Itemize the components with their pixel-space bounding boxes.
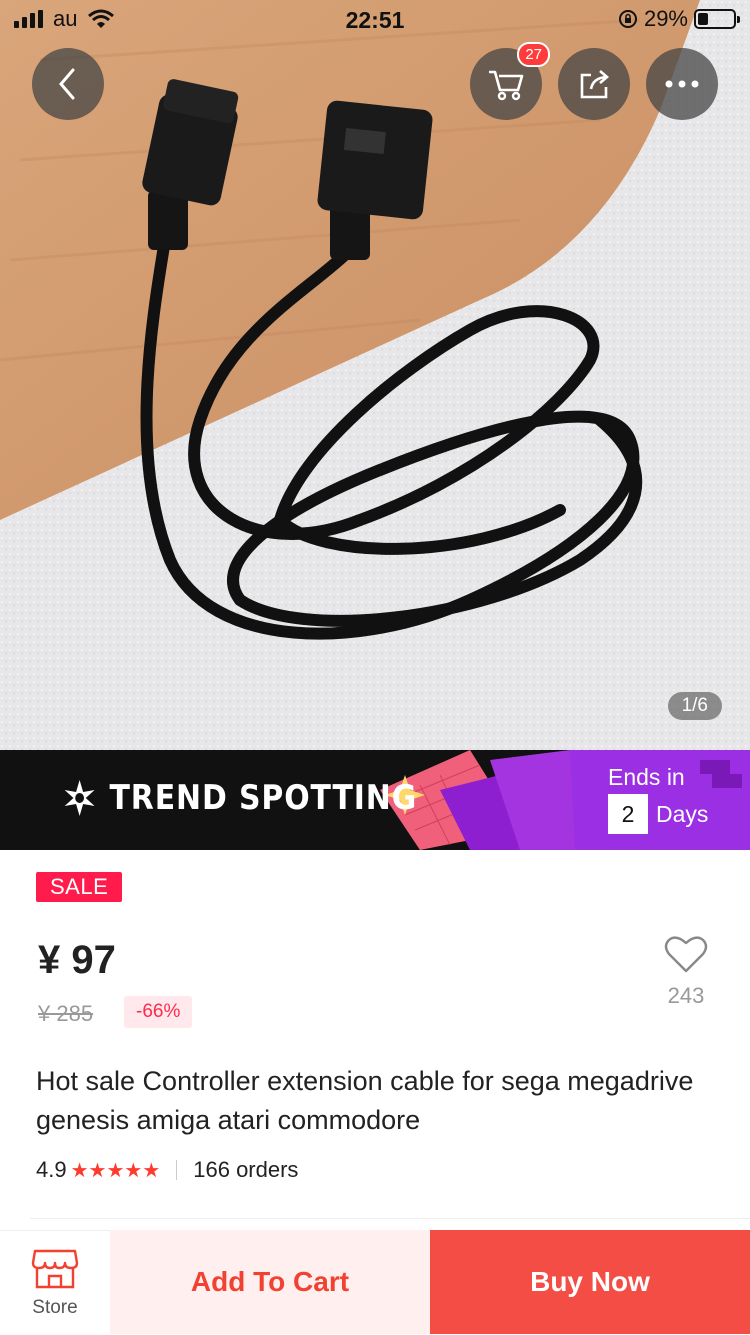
orders-count: 166 orders	[193, 1157, 299, 1182]
banner-ends-in: Ends in	[608, 764, 685, 790]
store-label: Store	[32, 1297, 78, 1318]
back-icon	[59, 68, 75, 100]
banner-title-text: TREND SPOTTING	[109, 778, 418, 818]
promo-banner[interactable]: TREND SPOTTING Ends in 2 Days	[0, 750, 750, 850]
countdown-days-label: Days	[656, 800, 709, 827]
orientation-lock-icon	[618, 10, 637, 28]
rating-row[interactable]: 4.9 ★★★★★ 166 orders	[36, 1157, 298, 1183]
star-rating-icons: ★★★★★	[70, 1159, 161, 1182]
more-button[interactable]	[646, 48, 718, 120]
rating-separator	[176, 1160, 178, 1180]
wishlist-count: 243	[667, 983, 705, 1008]
status-bar: au 22:51 29%	[0, 0, 750, 40]
store-button[interactable]: Store	[0, 1230, 110, 1335]
product-title: Hot sale Controller extension cable for …	[36, 1066, 694, 1135]
battery-icon	[694, 9, 740, 29]
battery-percent: 29%	[643, 6, 688, 31]
cart-icon	[489, 70, 524, 101]
bottom-action-bar: Store Add To Cart Buy Now	[0, 1230, 750, 1335]
rating-value: 4.9	[36, 1157, 67, 1182]
cart-count-badge: 27	[517, 42, 550, 67]
product-photo-cable	[0, 0, 750, 750]
add-to-cart-button[interactable]: Add To Cart	[110, 1230, 430, 1334]
product-image[interactable]: 1/6	[0, 0, 750, 750]
cart-button[interactable]: 27	[470, 42, 550, 120]
more-icon	[665, 80, 699, 88]
discount-badge: -66%	[124, 996, 193, 1028]
share-button[interactable]	[558, 48, 630, 120]
countdown-days-number: 2	[608, 794, 648, 834]
banner-countdown: 2 Days	[608, 794, 708, 834]
heart-icon	[664, 936, 708, 973]
share-icon	[580, 70, 609, 99]
sale-tag: SALE	[36, 872, 123, 902]
divider	[30, 1218, 750, 1219]
current-price: ¥ 97	[38, 938, 116, 982]
original-price: ¥ 285	[38, 1001, 94, 1026]
buy-now-button[interactable]: Buy Now	[430, 1230, 750, 1334]
image-counter: 1/6	[667, 692, 722, 720]
sparkle-icon	[64, 780, 95, 816]
banner-title: TREND SPOTTING	[62, 778, 417, 818]
wishlist-button[interactable]: 243	[662, 934, 710, 1009]
back-button[interactable]	[32, 48, 104, 120]
store-icon	[31, 1249, 79, 1289]
